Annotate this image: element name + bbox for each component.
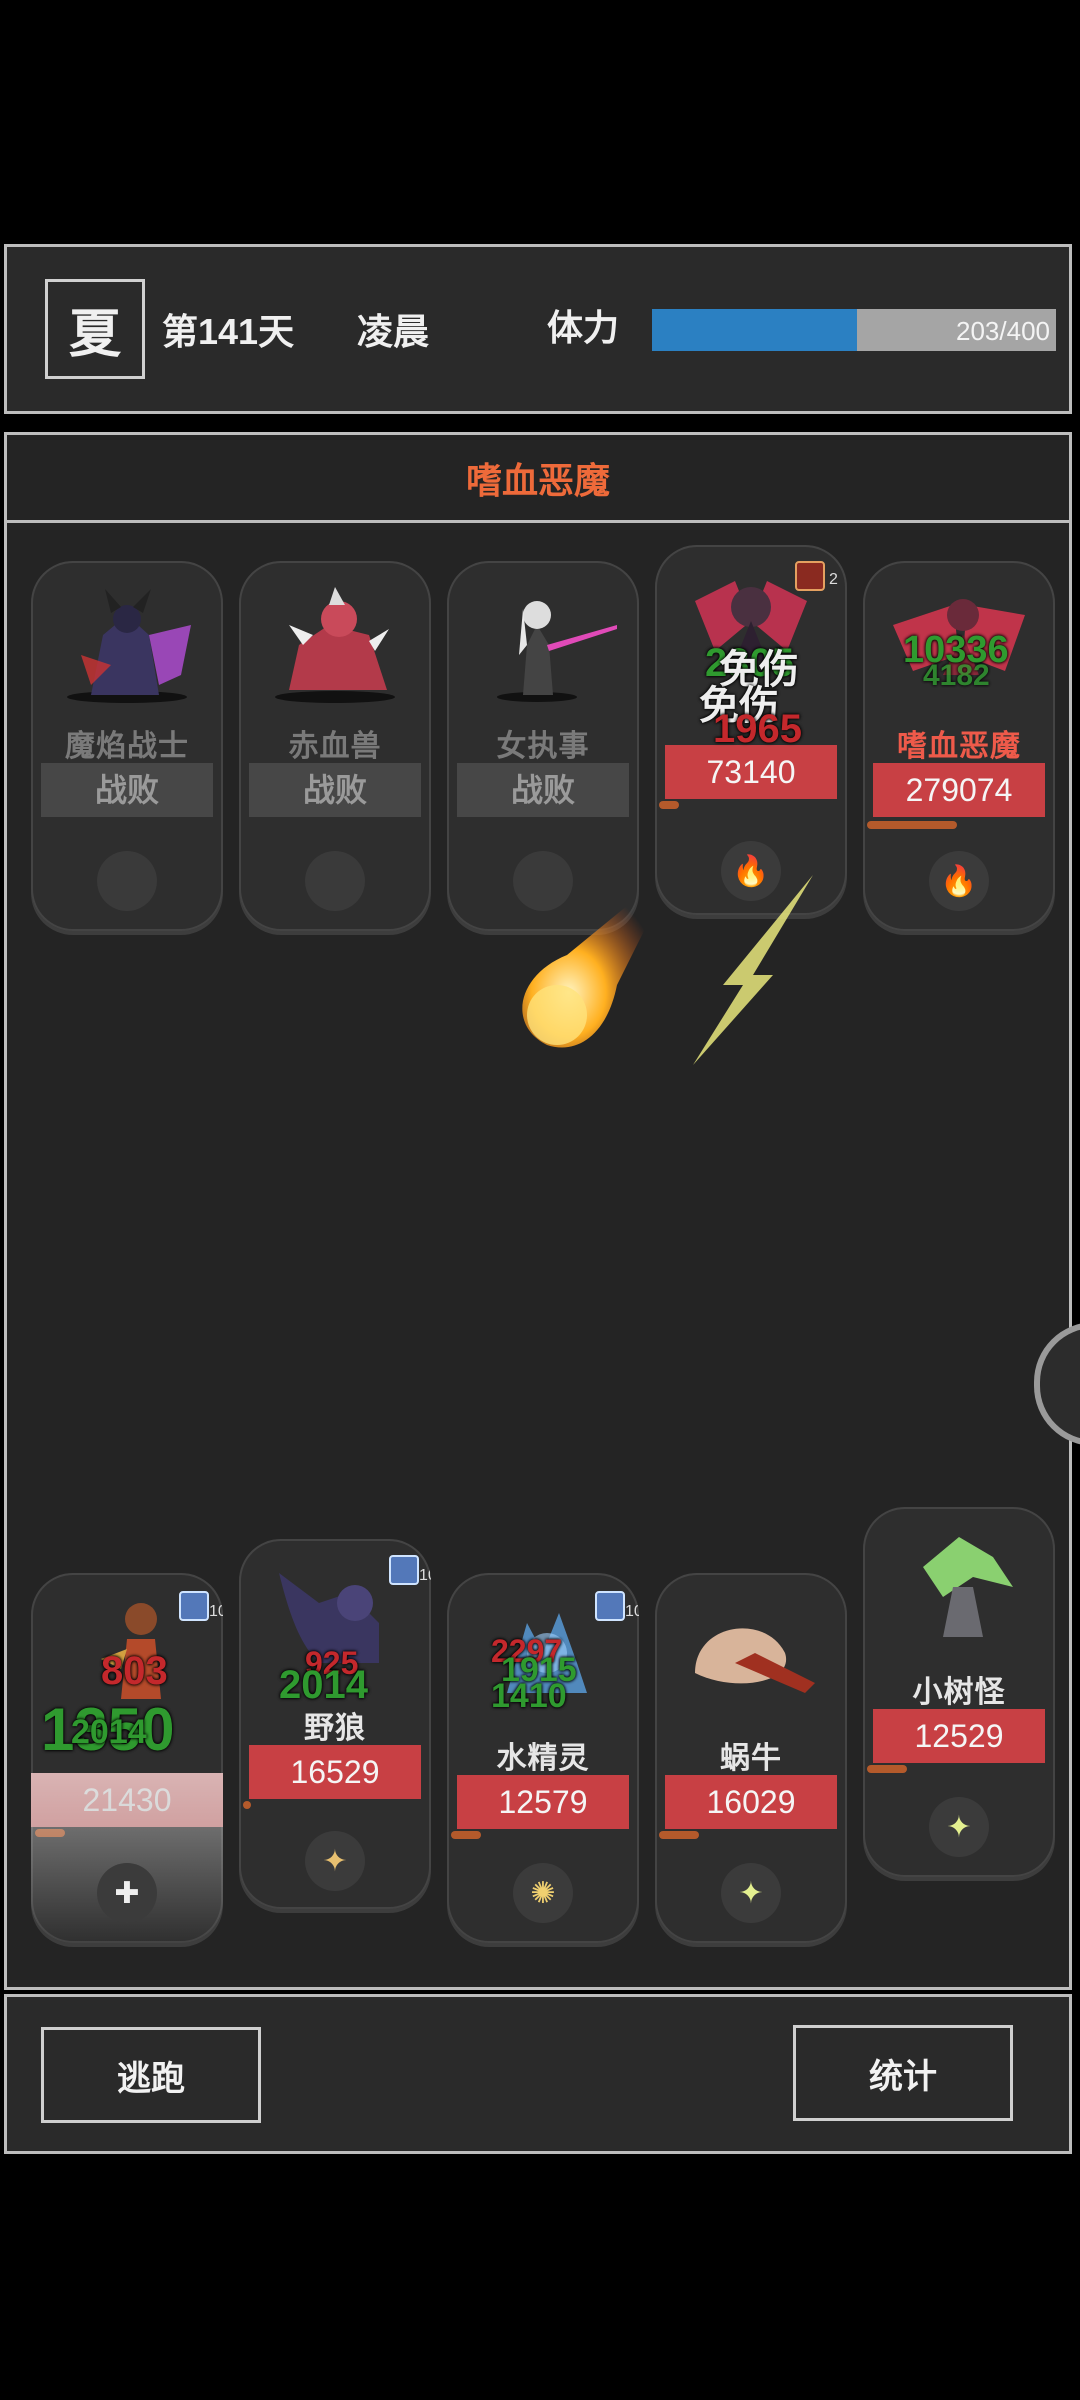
- little-tree-monster-sprite: [923, 1537, 1013, 1637]
- buff-count: 2: [829, 571, 838, 588]
- defeat-status: 战败: [41, 763, 213, 817]
- status-header: 夏 第141天 凌晨 体力 203/400: [4, 244, 1072, 414]
- stamina-value: 203/400: [956, 316, 1050, 346]
- energy-bar: [243, 1801, 251, 1809]
- sparkle-icon[interactable]: ✺: [513, 1863, 573, 1923]
- ally-card-1[interactable]: 10 803 1350 2014 21430 ✚: [31, 1573, 223, 1943]
- enemy-name: 魔焰战士: [65, 730, 189, 763]
- damage-number: 1965: [713, 707, 802, 751]
- damage-number: 2014: [279, 1663, 368, 1707]
- time-of-day: 凌晨: [357, 311, 430, 352]
- enemy-card-1[interactable]: 魔焰战士 战败: [31, 561, 223, 931]
- ally-hp: 12579: [457, 1775, 629, 1829]
- fire-claw-icon[interactable]: 🔥: [929, 851, 989, 911]
- battle-panel: 嗜血恶魔 魔焰战士 战败 赤血兽 战败 女执事 战败 2 73140 🔥 230…: [4, 432, 1072, 1990]
- action-footer: 逃跑 统计: [4, 1994, 1072, 2154]
- ally-name: 小树怪: [912, 1676, 1006, 1709]
- ally-card-3[interactable]: 10 2297 1915 1410 水精灵 12579 ✺: [447, 1573, 639, 1943]
- buff-count: 10: [209, 1603, 223, 1620]
- damage-number: 4182: [923, 659, 990, 692]
- defeat-status: 战败: [457, 763, 629, 817]
- energy-bar: [867, 821, 957, 829]
- ally-hp: 16029: [665, 1775, 837, 1829]
- stamina-label: 体力: [547, 307, 620, 348]
- enemy-name: 女执事: [496, 730, 590, 763]
- stats-button[interactable]: 统计: [793, 2025, 1013, 2121]
- ally-card-4[interactable]: 蜗牛 16029 ✦: [655, 1573, 847, 1943]
- enemy-name: 赤血兽: [288, 730, 382, 763]
- crimson-beast-sprite: [275, 587, 395, 703]
- ally-card-2[interactable]: 10 925 2014 野狼 16529 ✦: [239, 1539, 431, 1909]
- season-indicator: 夏: [45, 279, 145, 379]
- enemy-card-4[interactable]: 2 73140 🔥 2305 免伤 免伤 1965: [655, 545, 847, 915]
- demon-warrior-sprite: [67, 589, 191, 703]
- ally-name: 蜗牛: [720, 1742, 782, 1775]
- empty-skill-slot: [97, 851, 157, 911]
- enemy-card-5[interactable]: 10336 4182 嗜血恶魔 279074 🔥: [863, 561, 1055, 931]
- flee-button[interactable]: 逃跑: [41, 2027, 261, 2123]
- energy-bar: [659, 801, 679, 809]
- ally-hp: 12529: [873, 1709, 1045, 1763]
- ally-name: 野狼: [304, 1712, 366, 1745]
- stamina-fill: [652, 309, 858, 351]
- buff-count: 10: [419, 1567, 431, 1584]
- buff-icon: [795, 561, 825, 591]
- damage-number: 803: [101, 1649, 168, 1693]
- damage-number: 2014: [71, 1713, 147, 1751]
- energy-bar: [451, 1831, 481, 1839]
- day-counter: 第141天: [162, 311, 295, 352]
- buff-count: 10: [625, 1603, 639, 1620]
- enemy-card-2[interactable]: 赤血兽 战败: [239, 561, 431, 931]
- enemy-hp: 73140: [665, 745, 837, 799]
- heal-icon[interactable]: ✚: [97, 1863, 157, 1923]
- ally-name: 水精灵: [496, 1742, 590, 1775]
- snail-sprite: [695, 1628, 815, 1693]
- female-butler-sprite: [497, 601, 617, 702]
- star-icon[interactable]: ✦: [929, 1797, 989, 1857]
- energy-bar: [867, 1765, 907, 1773]
- empty-skill-slot: [305, 851, 365, 911]
- ally-hp: 16529: [249, 1745, 421, 1799]
- damage-number: 1410: [491, 1677, 567, 1715]
- defeat-status: 战败: [249, 763, 421, 817]
- enemy-name: 嗜血恶魔: [897, 730, 1021, 763]
- enemy-title-bar: 嗜血恶魔: [7, 435, 1069, 523]
- enemy-hp: 279074: [873, 763, 1045, 817]
- lightning-effect: [693, 875, 813, 1065]
- stamina-bar: 203/400: [652, 309, 1056, 351]
- star-icon[interactable]: ✦: [721, 1863, 781, 1923]
- enemy-title: 嗜血恶魔: [465, 459, 610, 501]
- ally-card-5[interactable]: 小树怪 12529 ✦: [863, 1507, 1055, 1877]
- energy-bar: [659, 1831, 699, 1839]
- fireball-effect: [522, 865, 677, 1048]
- claw-icon[interactable]: ✦: [305, 1831, 365, 1891]
